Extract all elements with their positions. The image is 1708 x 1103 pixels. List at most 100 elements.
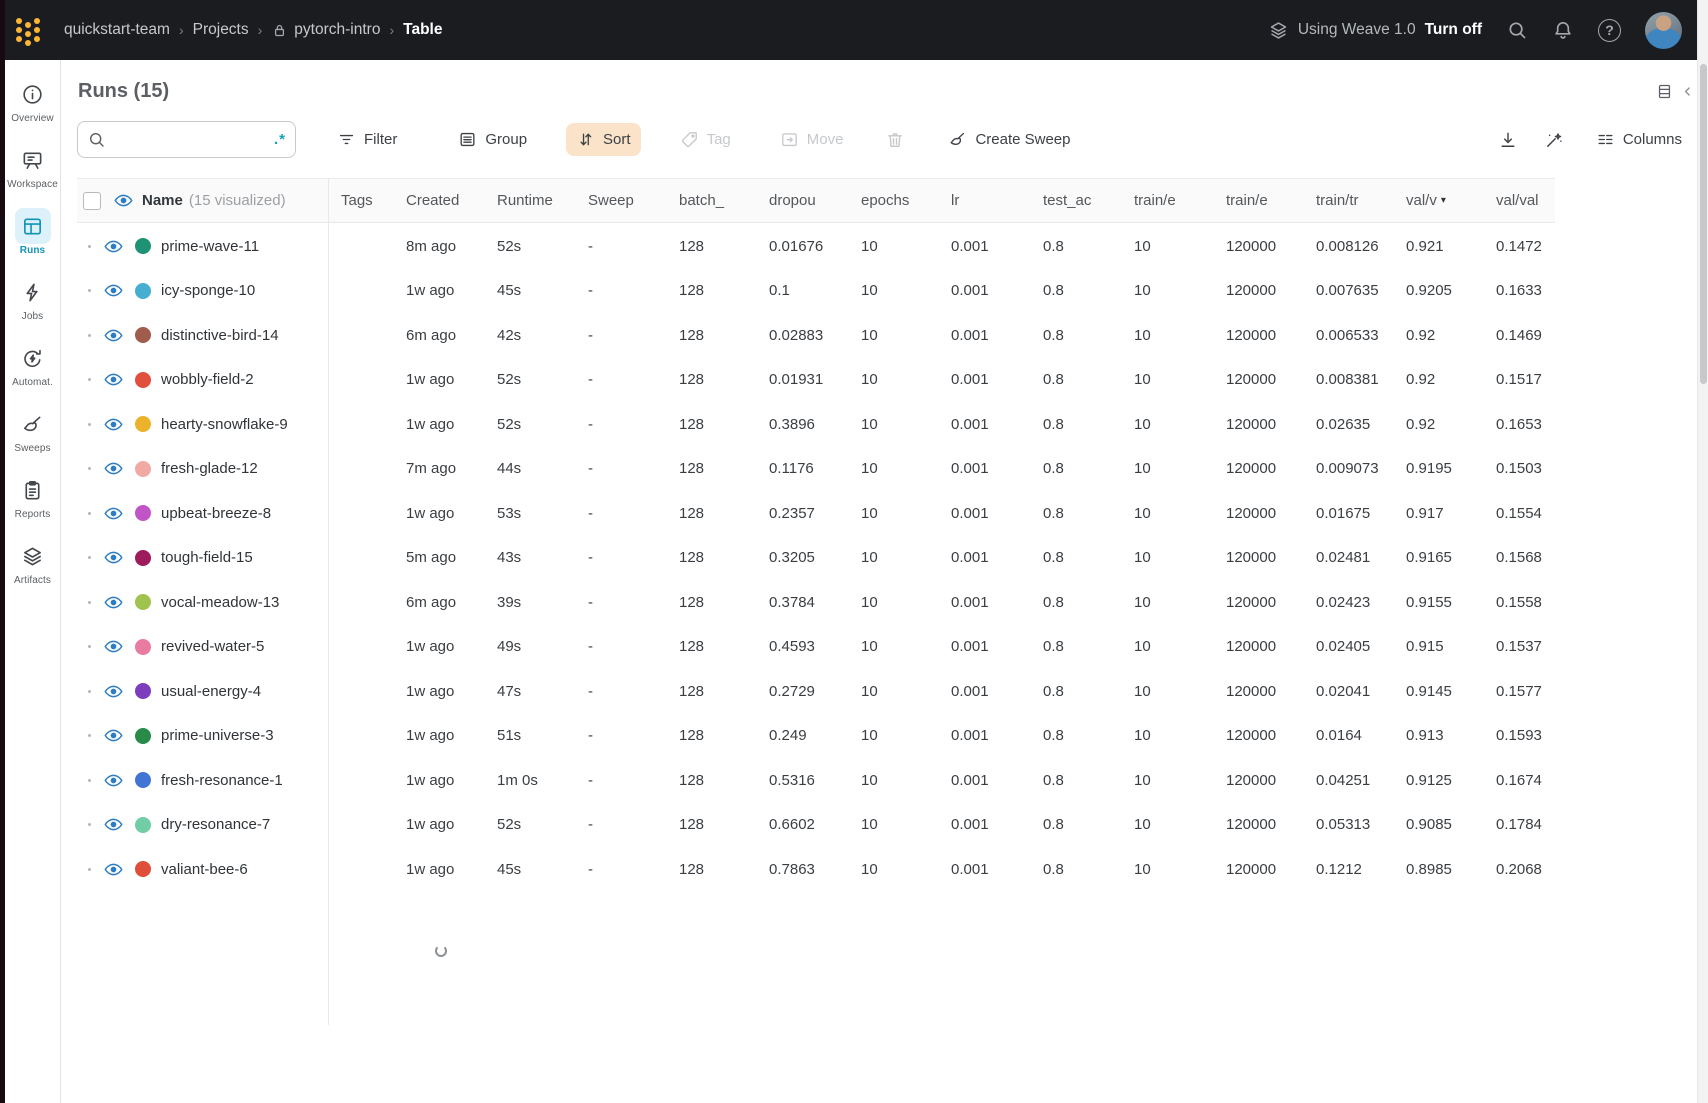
scrollbar-thumb[interactable] — [1700, 64, 1707, 384]
table-row[interactable]: tough-field-155m ago43s-1280.3205100.001… — [77, 536, 1555, 581]
breadcrumb-team[interactable]: quickstart-team — [64, 21, 170, 39]
column-header-lr[interactable]: lr — [951, 192, 1043, 209]
weave-turn-off-button[interactable]: Turn off — [1425, 21, 1482, 39]
drag-handle[interactable] — [88, 645, 91, 648]
group-button[interactable]: Group — [448, 123, 537, 156]
sidebar-item-automations[interactable]: Automat. — [5, 340, 60, 406]
notifications-bell-icon[interactable] — [1552, 19, 1574, 41]
table-row[interactable]: icy-sponge-101w ago45s-1280.1100.0010.81… — [77, 269, 1555, 314]
name-header-label[interactable]: Name — [142, 192, 183, 209]
column-header-created[interactable]: Created — [406, 192, 497, 209]
run-name[interactable]: fresh-glade-12 — [161, 460, 258, 477]
column-header-sweep[interactable]: Sweep — [588, 192, 679, 209]
visibility-eye-icon[interactable] — [104, 415, 123, 434]
run-name[interactable]: revived-water-5 — [161, 638, 264, 655]
run-name[interactable]: usual-energy-4 — [161, 683, 261, 700]
run-name[interactable]: hearty-snowflake-9 — [161, 416, 288, 433]
table-row[interactable]: vocal-meadow-136m ago39s-1280.3784100.00… — [77, 580, 1555, 625]
visibility-eye-icon[interactable] — [104, 637, 123, 656]
run-name[interactable]: upbeat-breeze-8 — [161, 505, 271, 522]
visibility-eye-icon[interactable] — [104, 281, 123, 300]
visibility-eye-icon[interactable] — [104, 459, 123, 478]
drag-handle[interactable] — [88, 556, 91, 559]
column-header-test-ac[interactable]: test_ac — [1043, 192, 1134, 209]
visibility-eye-icon[interactable] — [104, 370, 123, 389]
table-row[interactable]: prime-universe-31w ago51s-1280.249100.00… — [77, 714, 1555, 759]
breadcrumb-project[interactable]: pytorch-intro — [294, 21, 380, 39]
sidebar-item-overview[interactable]: Overview — [5, 76, 60, 142]
visibility-eye-icon[interactable] — [104, 860, 123, 879]
select-all-checkbox[interactable] — [83, 192, 101, 210]
breadcrumb-projects[interactable]: Projects — [193, 21, 249, 39]
search-icon[interactable] — [1506, 19, 1528, 41]
table-row[interactable]: fresh-glade-127m ago44s-1280.1176100.001… — [77, 447, 1555, 492]
column-header-epochs[interactable]: epochs — [861, 192, 951, 209]
columns-button[interactable]: Columns — [1586, 123, 1692, 156]
visibility-eye-icon[interactable] — [104, 593, 123, 612]
drag-handle[interactable] — [88, 601, 91, 604]
drag-handle[interactable] — [88, 423, 91, 426]
run-name[interactable]: tough-field-15 — [161, 549, 253, 566]
table-row[interactable]: valiant-bee-61w ago45s-1280.7863100.0010… — [77, 847, 1555, 892]
drag-handle[interactable] — [88, 467, 91, 470]
wandb-logo-icon[interactable] — [16, 18, 40, 42]
column-header-runtime[interactable]: Runtime — [497, 192, 588, 209]
tag-button[interactable]: Tag — [670, 123, 741, 156]
user-avatar[interactable] — [1645, 12, 1682, 49]
delete-button[interactable] — [879, 124, 911, 156]
export-download-button[interactable] — [1492, 124, 1524, 156]
column-header-train-e[interactable]: train/e — [1226, 192, 1316, 209]
visibility-eye-icon[interactable] — [104, 326, 123, 345]
sidebar-item-artifacts[interactable]: Artifacts — [5, 538, 60, 604]
vertical-scrollbar[interactable] — [1697, 0, 1708, 1103]
drag-handle[interactable] — [88, 334, 91, 337]
drag-handle[interactable] — [88, 512, 91, 515]
visibility-eye-icon[interactable] — [114, 191, 133, 210]
sort-button[interactable]: Sort — [566, 123, 641, 156]
regex-toggle-icon[interactable]: .* — [274, 131, 286, 148]
column-header-batch-[interactable]: batch_ — [679, 192, 769, 209]
run-name[interactable]: valiant-bee-6 — [161, 861, 248, 878]
run-name[interactable]: prime-universe-3 — [161, 727, 274, 744]
visibility-eye-icon[interactable] — [104, 815, 123, 834]
drag-handle[interactable] — [88, 823, 91, 826]
table-row[interactable]: hearty-snowflake-91w ago52s-1280.3896100… — [77, 402, 1555, 447]
drag-handle[interactable] — [88, 868, 91, 871]
drag-handle[interactable] — [88, 245, 91, 248]
help-icon[interactable]: ? — [1598, 19, 1621, 42]
visibility-eye-icon[interactable] — [104, 504, 123, 523]
run-name[interactable]: vocal-meadow-13 — [161, 594, 279, 611]
visibility-eye-icon[interactable] — [104, 682, 123, 701]
sidebar-item-reports[interactable]: Reports — [5, 472, 60, 538]
move-button[interactable]: Move — [770, 123, 854, 156]
column-header-val-v[interactable]: val/v▾ — [1406, 192, 1496, 209]
filter-button[interactable]: Filter — [327, 123, 407, 156]
table-row[interactable]: dry-resonance-71w ago52s-1280.6602100.00… — [77, 803, 1555, 848]
table-row[interactable]: revived-water-51w ago49s-1280.4593100.00… — [77, 625, 1555, 670]
sidebar-item-workspace[interactable]: Workspace — [5, 142, 60, 208]
table-row[interactable]: usual-energy-41w ago47s-1280.2729100.001… — [77, 669, 1555, 714]
visibility-eye-icon[interactable] — [104, 771, 123, 790]
table-row[interactable]: fresh-resonance-11w ago1m 0s-1280.531610… — [77, 758, 1555, 803]
panel-toggle-icon[interactable] — [1656, 83, 1673, 100]
column-header-dropou[interactable]: dropou — [769, 192, 861, 209]
visibility-eye-icon[interactable] — [104, 237, 123, 256]
column-header-val-val[interactable]: val/val — [1496, 192, 1555, 209]
table-row[interactable]: distinctive-bird-146m ago42s-1280.028831… — [77, 313, 1555, 358]
table-row[interactable]: prime-wave-118m ago52s-1280.01676100.001… — [77, 224, 1555, 269]
column-header-tags[interactable]: Tags — [328, 192, 406, 209]
run-name[interactable]: icy-sponge-10 — [161, 282, 255, 299]
run-name[interactable]: prime-wave-11 — [161, 238, 259, 255]
run-name[interactable]: distinctive-bird-14 — [161, 327, 279, 344]
collapse-chevron-icon[interactable] — [1681, 85, 1694, 98]
drag-handle[interactable] — [88, 289, 91, 292]
drag-handle[interactable] — [88, 378, 91, 381]
column-header-train-e[interactable]: train/e — [1134, 192, 1226, 209]
sidebar-item-sweeps[interactable]: Sweeps — [5, 406, 60, 472]
sidebar-item-jobs[interactable]: Jobs — [5, 274, 60, 340]
create-sweep-button[interactable]: Create Sweep — [938, 123, 1080, 156]
visibility-eye-icon[interactable] — [104, 726, 123, 745]
run-name[interactable]: dry-resonance-7 — [161, 816, 270, 833]
run-name[interactable]: fresh-resonance-1 — [161, 772, 283, 789]
drag-handle[interactable] — [88, 779, 91, 782]
